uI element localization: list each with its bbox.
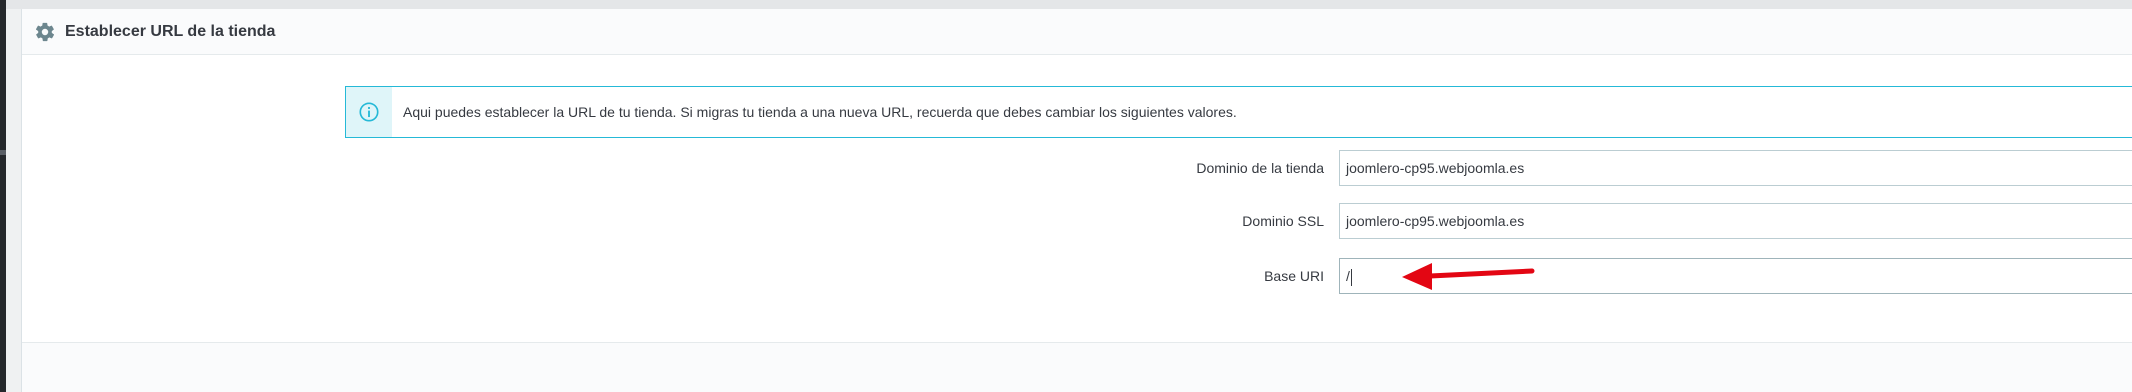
base-uri-label: Base URI [1264,268,1324,284]
gear-icon [35,22,55,42]
info-icon [359,102,379,122]
shop-domain-input[interactable]: joomlero-cp95.webjoomla.es [1339,150,2132,186]
base-uri-value: / [1346,268,1350,284]
form-row-base-uri: Base URI / [22,258,2132,294]
ssl-domain-input[interactable]: joomlero-cp95.webjoomla.es [1339,203,2132,239]
panel-heading: Establecer URL de la tienda [22,9,2132,55]
form-row-shop-domain: Dominio de la tienda joomlero-cp95.webjo… [22,150,2132,186]
shop-domain-label: Dominio de la tienda [1196,160,1324,176]
panel-title: Establecer URL de la tienda [65,23,276,40]
shop-url-panel: Establecer URL de la tienda Aqui puedes … [21,9,2132,392]
form-row-ssl-domain: Dominio SSL joomlero-cp95.webjoomla.es [22,203,2132,239]
top-bar [0,0,2132,9]
annotation-arrow-icon [1402,263,1535,290]
alert-message: Aqui puedes establecer la URL de tu tien… [403,104,1237,120]
alert-icon-box [346,87,392,137]
left-sidebar-edge [0,0,6,392]
panel-footer [22,342,2132,392]
ssl-domain-label: Dominio SSL [1242,213,1324,229]
text-caret [1350,268,1352,286]
info-alert: Aqui puedes establecer la URL de tu tien… [345,86,2132,138]
